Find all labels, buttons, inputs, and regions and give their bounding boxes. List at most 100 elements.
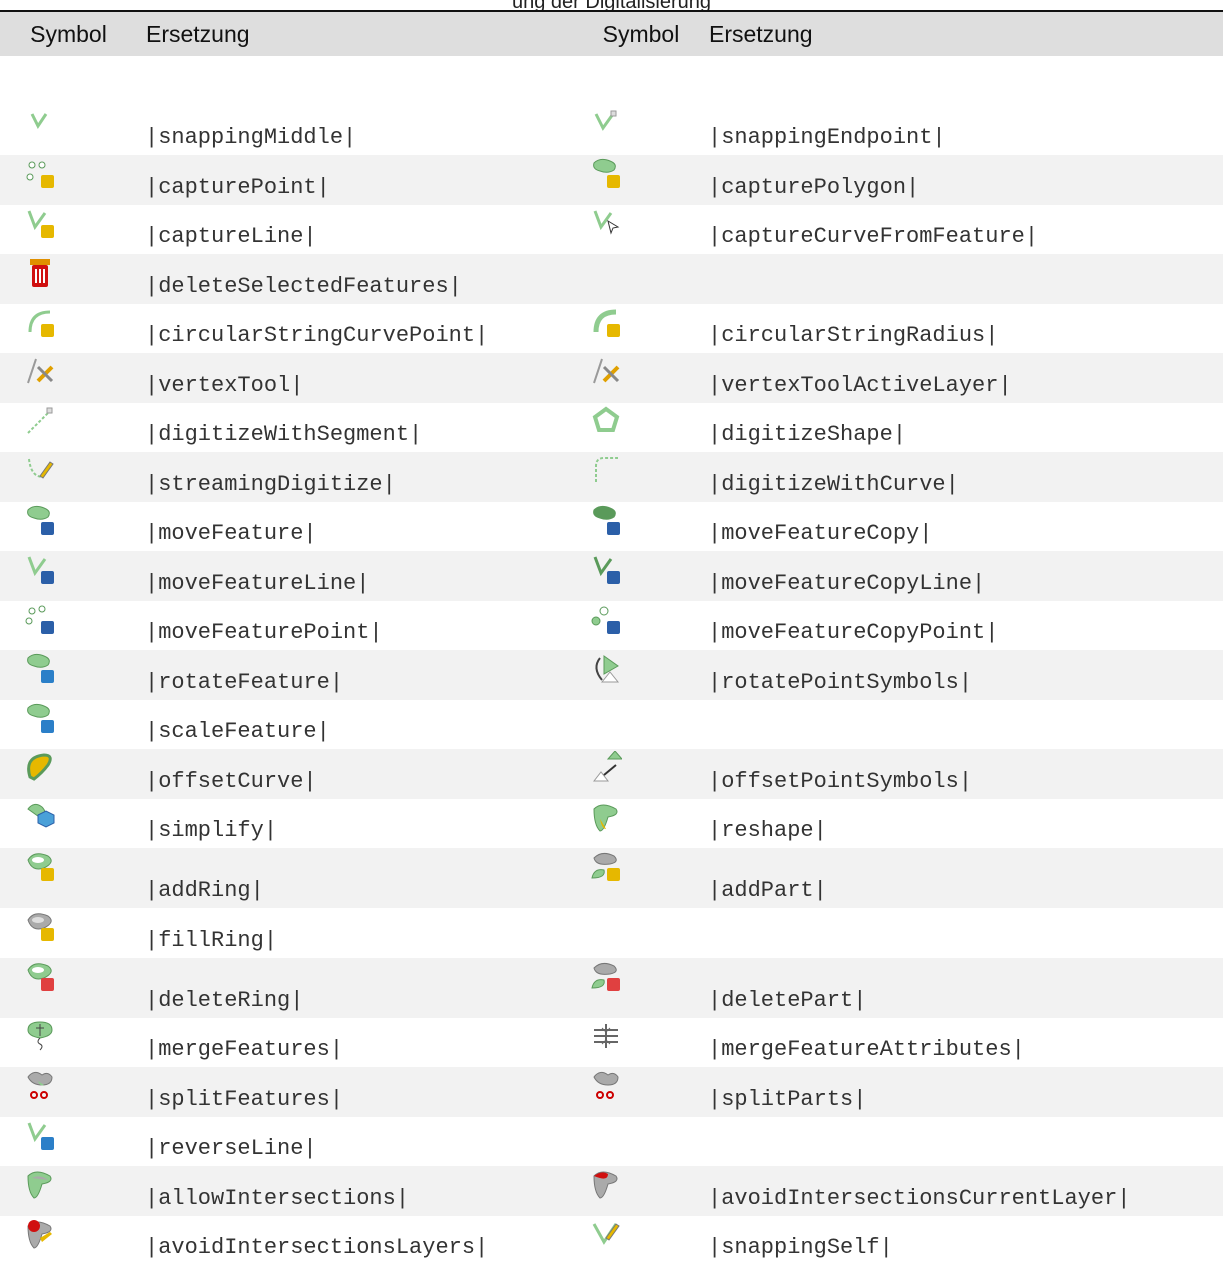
symbol-cell-left [0,908,137,958]
header-replacement-right: Ersetzung [700,11,1223,56]
symbol-cell-right [582,749,700,799]
replacement-cell-left: |captureLine| [137,205,582,255]
symbol-cell-right [582,601,700,651]
replacement-cell-left: |circularStringCurvePoint| [137,304,582,354]
table-row: |vertexTool||vertexToolActiveLayer| [0,353,1223,403]
move-feature-copy-line-icon [590,553,622,585]
symbol-cell-right [582,403,700,453]
symbol-cell-right [582,848,700,908]
symbol-cell-right [582,1067,700,1117]
reverse-line-icon [24,1119,56,1151]
table-row: |deleteSelectedFeatures| [0,254,1223,304]
replacement-cell-left: |deleteSelectedFeatures| [137,254,582,304]
streaming-digitize-icon [24,454,56,486]
header-replacement-left: Ersetzung [137,11,582,56]
move-feature-copy-icon [590,504,622,536]
symbol-cell-left [0,205,137,255]
delete-selected-features-icon [24,256,56,288]
replacement-cell-left: |reverseLine| [137,1117,582,1167]
replacement-cell-left: |fillRing| [137,908,582,958]
replacement-cell-right: |rotatePointSymbols| [700,650,1223,700]
substitution-table: Symbol Ersetzung Symbol Ersetzung |snapp… [0,10,1223,1265]
symbol-cell-right [582,353,700,403]
symbol-cell-right [582,551,700,601]
symbol-cell-left [0,1067,137,1117]
replacement-cell-left: |addRing| [137,848,582,908]
table-caption: ung der Digitalisierung [0,0,1223,10]
replacement-cell-left: |scaleFeature| [137,700,582,750]
symbol-cell-right [582,700,700,750]
table-row: |captureLine| |captureCurveFromFeature| [0,205,1223,255]
table-row: |reverseLine| [0,1117,1223,1167]
table-row: |offsetCurve||offsetPointSymbols| [0,749,1223,799]
replacement-cell-left: |moveFeaturePoint| [137,601,582,651]
replacement-cell-right: |captureCurveFromFeature| [700,205,1223,255]
snapping-endpoint-icon [590,108,622,140]
symbol-cell-right [582,205,700,255]
replacement-cell-left: |moveFeatureLine| [137,551,582,601]
snapping-self-icon [590,1218,622,1250]
add-ring-icon [24,850,56,882]
symbol-cell-left [0,848,137,908]
symbol-cell-right [582,155,700,205]
table-row: |moveFeature| |moveFeatureCopy| [0,502,1223,552]
replacement-cell-left: |splitFeatures| [137,1067,582,1117]
simplify-icon [24,801,56,833]
replacement-cell-right: |deletePart| [700,958,1223,1018]
scale-feature-icon [24,702,56,734]
symbol-cell-right [582,1117,700,1167]
symbol-cell-left [0,304,137,354]
header-symbol-left: Symbol [0,11,137,56]
symbol-cell-right [582,304,700,354]
table-row: |streamingDigitize||digitizeWithCurve| [0,452,1223,502]
table-row: |scaleFeature| [0,700,1223,750]
digitize-shape-icon [590,405,622,437]
symbol-cell-left [0,749,137,799]
replacement-cell-left: |allowIntersections| [137,1166,582,1216]
replacement-cell-left: |moveFeature| [137,502,582,552]
symbol-cell-left [0,551,137,601]
move-feature-point-icon [24,603,56,635]
symbol-cell-left [0,1166,137,1216]
replacement-cell-left: |offsetCurve| [137,749,582,799]
symbol-cell-right [582,502,700,552]
symbol-cell-left [0,1216,137,1265]
symbol-cell-left [0,155,137,205]
table-row: |allowIntersections||avoidIntersectionsC… [0,1166,1223,1216]
reshape-icon [590,801,622,833]
delete-ring-icon [24,960,56,992]
replacement-cell-right: |moveFeatureCopyPoint| [700,601,1223,651]
replacement-cell-right: |snappingEndpoint| [700,106,1223,156]
replacement-cell-right [700,1117,1223,1167]
replacement-cell-right [700,700,1223,750]
snapping-middle-icon [24,108,56,140]
replacement-cell-left: |avoidIntersectionsLayers| [137,1216,582,1265]
replacement-cell-right: |moveFeatureCopy| [700,502,1223,552]
replacement-cell-left: |streamingDigitize| [137,452,582,502]
table-row: |digitizeWithSegment||digitizeShape| [0,403,1223,453]
circular-string-radius-icon [590,306,622,338]
table-row: |mergeFeatures||mergeFeatureAttributes| [0,1018,1223,1068]
capture-point-icon [24,157,56,189]
table-row: |fillRing| [0,908,1223,958]
replacement-cell-left: |rotateFeature| [137,650,582,700]
move-feature-copy-point-icon [590,603,622,635]
replacement-cell-right [700,908,1223,958]
move-feature-line-icon [24,553,56,585]
table-body: |snappingMiddle||snappingEndpoint||captu… [0,56,1223,1265]
table-row: |simplify||reshape| [0,799,1223,849]
replacement-cell-right: |reshape| [700,799,1223,849]
add-part-icon [590,850,622,882]
capture-line-icon [24,207,56,239]
replacement-cell-right: |capturePolygon| [700,155,1223,205]
symbol-cell-right [582,908,700,958]
symbol-cell-left [0,799,137,849]
symbol-cell-right [582,958,700,1018]
circular-string-curve-point-icon [24,306,56,338]
table-row: |snappingMiddle||snappingEndpoint| [0,106,1223,156]
avoid-intersections-layers-icon [24,1218,56,1250]
table-row: |circularStringCurvePoint||circularStrin… [0,304,1223,354]
table-header: Symbol Ersetzung Symbol Ersetzung [0,11,1223,56]
merge-feature-attributes-icon [590,1020,622,1052]
offset-curve-icon [24,751,56,783]
